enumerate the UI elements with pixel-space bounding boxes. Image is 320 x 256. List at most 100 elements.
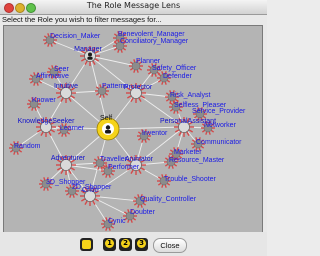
node-spoke <box>97 166 100 170</box>
node-spoke <box>129 61 134 65</box>
node-spoke <box>36 82 39 86</box>
node-spoke <box>169 102 174 106</box>
role-label-inventor[interactable]: Inventor <box>142 130 168 137</box>
role-label-conciliatory-manager[interactable]: Conciliatory_Manager <box>120 38 189 45</box>
node-spoke <box>137 131 142 135</box>
role-label-intuitive[interactable]: Intuitive <box>54 83 78 90</box>
node-spoke <box>104 92 109 96</box>
role-label-service-provider[interactable]: Service_Provider <box>192 108 246 115</box>
role-label-benevolent-manager[interactable]: Benevolent_Manager <box>118 31 185 38</box>
role-label-risk-analyst[interactable]: Risk_Analyst <box>170 92 211 99</box>
role-label-cynic[interactable]: Cynic <box>108 218 126 225</box>
node-spoke <box>50 43 53 47</box>
role-label-manager[interactable]: Manager <box>74 46 102 53</box>
nav-2-button[interactable]: 2 <box>119 238 132 251</box>
node-spoke <box>130 219 133 223</box>
node-spoke <box>188 129 194 133</box>
node-spoke <box>36 129 42 133</box>
role-label-planner[interactable]: Planner <box>136 58 161 65</box>
role-label-marketer[interactable]: Marketer <box>174 149 202 156</box>
node-spoke <box>161 81 164 85</box>
role-label-doubter[interactable]: Doubter <box>130 209 156 216</box>
role-label-2d-shopper[interactable]: 2D_Shopper <box>72 184 112 191</box>
node-spoke <box>27 105 32 109</box>
node-spoke <box>113 33 118 37</box>
node-spoke <box>47 43 50 47</box>
node-spoke <box>47 33 50 37</box>
role-label-safety-officer[interactable]: Safety_Officer <box>152 65 197 72</box>
node-spoke <box>80 58 86 62</box>
node-spoke <box>129 67 134 71</box>
node-spoke <box>126 95 132 99</box>
nav-3-button[interactable]: 3 <box>135 238 148 251</box>
node-spoke <box>110 225 115 229</box>
node-spoke <box>56 95 62 99</box>
role-graph-canvas[interactable]: Self Manager Intuitive Protector KnowledgeSe… <box>3 25 263 233</box>
node-spoke <box>147 65 152 69</box>
node-spoke <box>144 139 147 143</box>
node-spoke <box>165 92 170 96</box>
node-spoke <box>164 81 167 85</box>
person-head-icon <box>88 52 92 57</box>
nav-2-label: 2 <box>121 239 130 248</box>
node-spoke <box>68 97 72 103</box>
close-button[interactable]: Close <box>153 238 187 253</box>
role-label-defender[interactable]: Defender <box>163 73 192 80</box>
nav-1-button[interactable]: 1 <box>103 238 116 251</box>
home-button[interactable] <box>80 238 93 251</box>
node-spoke <box>43 41 48 45</box>
role-label-seer[interactable]: Seer <box>54 66 69 73</box>
node-spoke <box>169 108 174 112</box>
node-spoke <box>66 131 71 135</box>
node-spoke <box>43 177 46 181</box>
node-spoke <box>210 129 215 133</box>
node-spoke <box>142 202 147 206</box>
role-label-performer[interactable]: Performer <box>108 164 140 171</box>
node-spoke <box>93 164 98 168</box>
role-label-random[interactable]: Random <box>14 143 41 150</box>
role-label-self[interactable]: Self <box>100 115 112 122</box>
node-spoke <box>9 149 14 153</box>
role-label-resource-master[interactable]: Resource_Master <box>169 157 225 164</box>
role-label-quality-controller[interactable]: Quality_Controller <box>140 196 197 203</box>
role-label-learner[interactable]: Learner <box>60 125 85 132</box>
node-spoke <box>105 164 108 168</box>
role-label-communicator[interactable]: Communicator <box>196 139 242 146</box>
role-label-networker[interactable]: Networker <box>204 122 237 129</box>
role-label-protector[interactable]: Protector <box>124 84 153 91</box>
role-label-decision-maker[interactable]: Decision_Maker <box>50 33 101 40</box>
node-spoke <box>133 59 136 63</box>
node-spoke <box>102 94 105 98</box>
role-label-adventurer[interactable]: Adventurer <box>51 155 86 162</box>
role-label-animator[interactable]: Animator <box>125 156 154 163</box>
person-body-icon <box>87 56 93 60</box>
node-spoke <box>95 92 100 96</box>
node-spoke <box>200 145 205 149</box>
node-spoke <box>48 131 52 137</box>
node-spoke <box>169 149 174 153</box>
role-label-patterns[interactable]: Patterns <box>102 83 129 90</box>
node-spoke <box>133 69 136 73</box>
node-spoke <box>171 165 174 169</box>
role-label-knowledgeseeker[interactable]: KnowledgeSeeker <box>18 118 75 125</box>
person-body-icon <box>105 130 111 134</box>
node-spoke <box>105 227 108 231</box>
nav-1-label: 1 <box>105 239 114 248</box>
node-spoke <box>29 80 34 84</box>
role-label-affirmative[interactable]: Affirmative <box>36 73 69 80</box>
node-spoke <box>132 217 137 221</box>
node-spoke <box>108 174 111 178</box>
window-title: The Role Message Lens <box>86 1 181 10</box>
node-spoke <box>140 204 143 208</box>
role-label-traveller[interactable]: Traveller <box>100 156 128 163</box>
node-spoke <box>165 98 170 102</box>
role-label-trouble-shooter[interactable]: Trouble_Shooter <box>164 176 217 183</box>
node-spoke <box>173 163 178 167</box>
role-graph[interactable]: Self Manager Intuitive Protector KnowledgeSe… <box>4 26 262 232</box>
node-spoke <box>99 94 102 98</box>
graph-edge <box>107 126 185 130</box>
node-spoke <box>117 49 120 53</box>
node-spoke <box>43 187 46 191</box>
node-spoke <box>178 108 183 112</box>
role-label-knower[interactable]: Knower <box>32 97 56 104</box>
